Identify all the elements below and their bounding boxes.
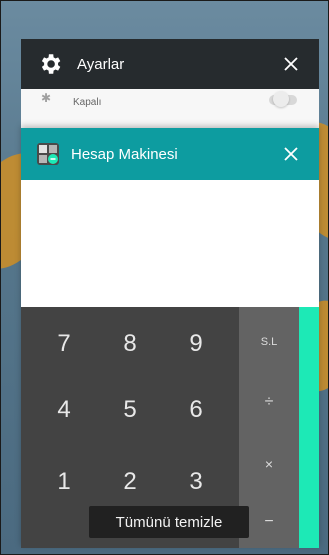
clear-all-button[interactable]: Tümünü temizle (89, 506, 249, 538)
bluetooth-icon: ✱ (41, 91, 52, 105)
digit-key[interactable]: 5 (105, 390, 155, 430)
calculator-card-title: Hesap Makinesi (71, 145, 178, 163)
close-icon[interactable] (281, 144, 301, 164)
gear-icon (41, 54, 61, 74)
digit-key[interactable]: 4 (39, 390, 89, 430)
calculator-card-header[interactable]: Hesap Makinesi (21, 128, 319, 180)
calculator-display (21, 180, 319, 307)
digit-key[interactable]: 3 (171, 462, 221, 502)
recent-apps-screen: Ayarlar ✱ Kapalı Hesap Makinesi 7 8 9 4 … (0, 0, 329, 555)
close-icon[interactable] (281, 54, 301, 74)
digit-key[interactable]: 2 (105, 462, 155, 502)
digit-key[interactable]: 8 (105, 324, 155, 364)
calculator-icon (37, 143, 59, 165)
settings-app-card[interactable]: Ayarlar ✱ Kapalı (21, 39, 319, 139)
delete-key[interactable]: S.L (239, 327, 299, 357)
calculator-app-card[interactable]: Hesap Makinesi 7 8 9 4 5 6 1 2 3 − S.L ÷… (21, 128, 319, 548)
digit-key[interactable]: 9 (171, 324, 221, 364)
settings-card-header[interactable]: Ayarlar (21, 39, 319, 89)
digit-key[interactable]: 7 (39, 324, 89, 364)
setting-status-text: Kapalı (73, 97, 102, 108)
multiply-key[interactable]: × (239, 449, 299, 479)
divide-key[interactable]: ÷ (239, 387, 299, 417)
digit-key[interactable]: 6 (171, 390, 221, 430)
advanced-panel-tab[interactable] (299, 307, 319, 548)
settings-card-title: Ayarlar (77, 55, 125, 73)
toggle-knob (273, 91, 289, 107)
digit-key[interactable]: 1 (39, 462, 89, 502)
